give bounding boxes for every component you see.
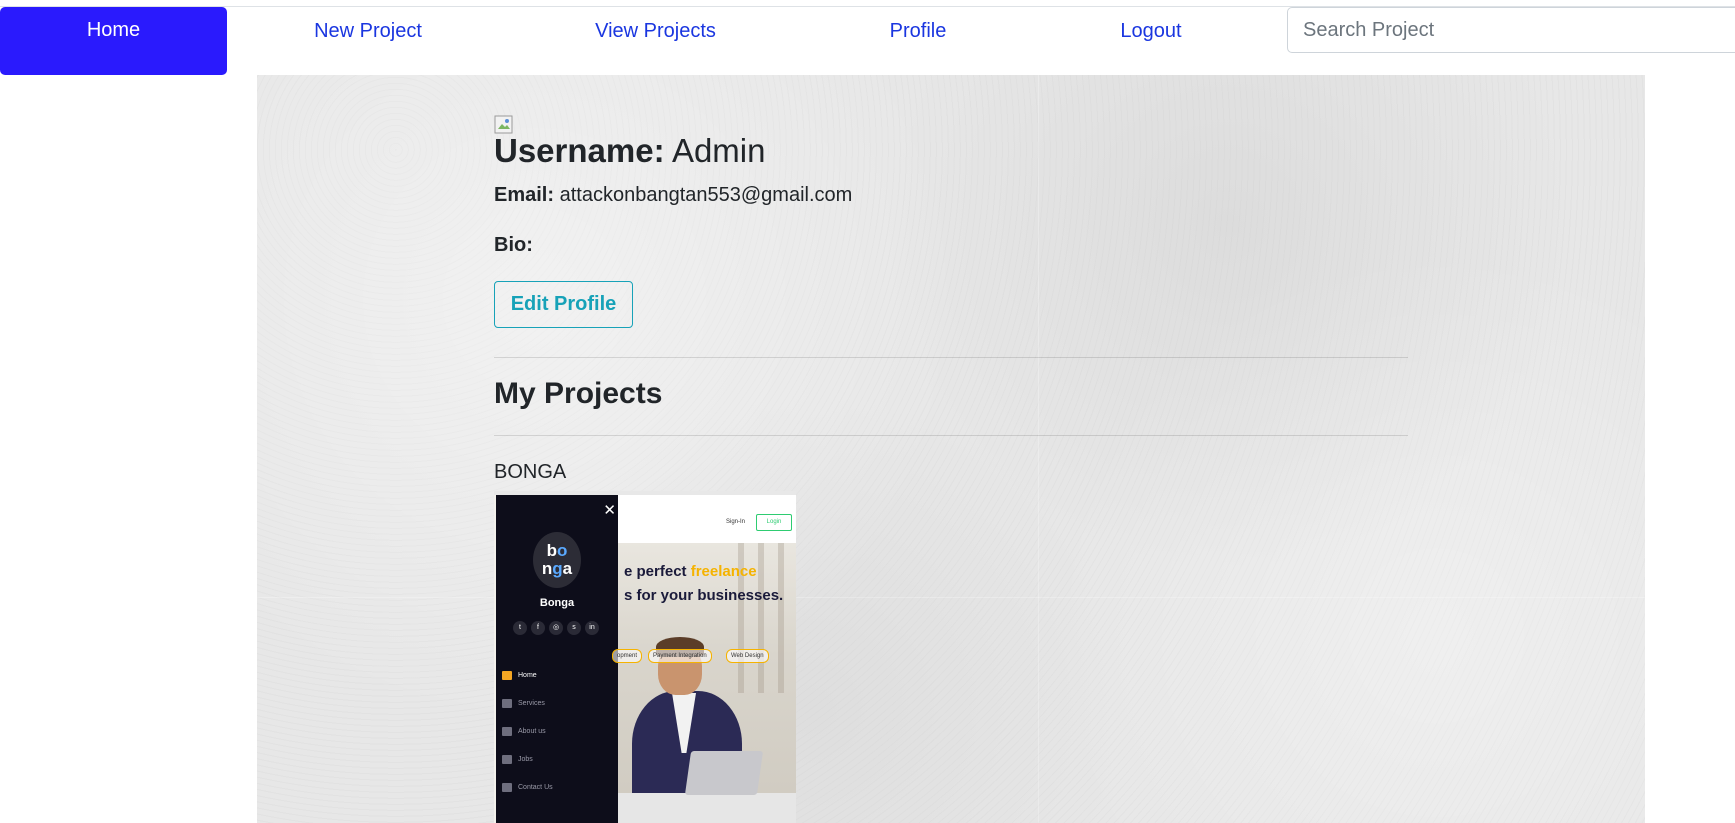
instagram-icon: ◎ — [549, 621, 563, 635]
nav-logout-link[interactable]: Logout — [1110, 7, 1192, 55]
users-icon — [502, 726, 512, 736]
hero-laptop — [684, 751, 764, 795]
nav-new-project-link[interactable]: New Project — [296, 7, 440, 55]
facebook-icon: f — [531, 621, 545, 635]
project-thumbnail[interactable]: ✕ bo nga Bonga t f ◎ s in Home Services A… — [494, 491, 796, 823]
thumbnail-menu-item: About us — [502, 717, 553, 745]
thumbnail-menu-item: Home — [502, 661, 553, 689]
nav-view-projects-link[interactable]: View Projects — [585, 7, 726, 55]
close-icon: ✕ — [603, 502, 616, 519]
thumbnail-menu-item: Contact Us — [502, 773, 553, 801]
linkedin-icon: in — [585, 621, 599, 635]
username-value: Admin — [671, 132, 766, 169]
menu-label: Home — [518, 671, 537, 679]
hero-tag: opment — [612, 649, 643, 663]
twitter-icon: t — [513, 621, 527, 635]
hero-tag: Payment Integration — [648, 649, 712, 663]
social-icons: t f ◎ s in — [513, 621, 599, 635]
nav-profile-link[interactable]: Profile — [879, 7, 957, 55]
thumbnail-sidebar: ✕ bo nga Bonga t f ◎ s in Home Services A… — [496, 495, 618, 823]
thumbnail-menu: Home Services About us Jobs Contact Us — [502, 661, 553, 801]
menu-label: Jobs — [518, 755, 533, 763]
bonga-logo: bo nga — [533, 532, 581, 588]
nav-home-button[interactable]: Home — [0, 7, 227, 75]
hero-building-column — [758, 543, 764, 693]
hero-headline-part1: e perfect — [624, 563, 687, 580]
skype-icon: s — [567, 621, 581, 635]
bio-label: Bio: — [494, 234, 533, 256]
hero-table — [618, 793, 796, 823]
user-icon — [502, 698, 512, 708]
hero-headline-highlight: freelance — [690, 563, 757, 580]
home-icon — [502, 670, 512, 680]
search-input[interactable] — [1287, 7, 1735, 53]
username-label: Username: — [494, 132, 665, 169]
hero-building-column — [778, 543, 784, 693]
panel-tile-seam — [1038, 75, 1039, 823]
menu-label: Contact Us — [518, 783, 553, 791]
edit-profile-button[interactable]: Edit Profile — [494, 281, 633, 328]
thumbnail-brand-name: Bonga — [539, 597, 575, 609]
username-line: Username: Admin — [494, 131, 765, 171]
thumbnail-menu-item: Services — [502, 689, 553, 717]
my-projects-heading: My Projects — [494, 377, 663, 410]
menu-label: Services — [518, 699, 545, 707]
thumbnail-hero: Sign-In Login e perfect freelance s for … — [612, 495, 796, 823]
email-value: attackonbangtan553@gmail.com — [559, 184, 853, 206]
email-line: Email: attackonbangtan553@gmail.com — [494, 184, 852, 207]
hero-headline-line2: s for your businesses. — [624, 587, 784, 604]
thumbnail-signin: Sign-In — [726, 519, 746, 525]
thumbnail-menu-item: Jobs — [502, 745, 553, 773]
hero-headline: e perfect freelance — [624, 563, 757, 580]
divider — [494, 435, 1408, 436]
list-icon — [502, 754, 512, 764]
hero-tag: Web Design — [726, 649, 769, 663]
menu-label: About us — [518, 727, 546, 735]
email-label: Email: — [494, 184, 555, 206]
panel-tile-seam-horizontal — [257, 597, 1645, 598]
project-title-link[interactable]: BONGA — [494, 461, 566, 484]
thumbnail-login: Login — [756, 514, 792, 531]
divider — [494, 357, 1408, 358]
envelope-icon — [502, 782, 512, 792]
profile-panel — [257, 75, 1645, 823]
